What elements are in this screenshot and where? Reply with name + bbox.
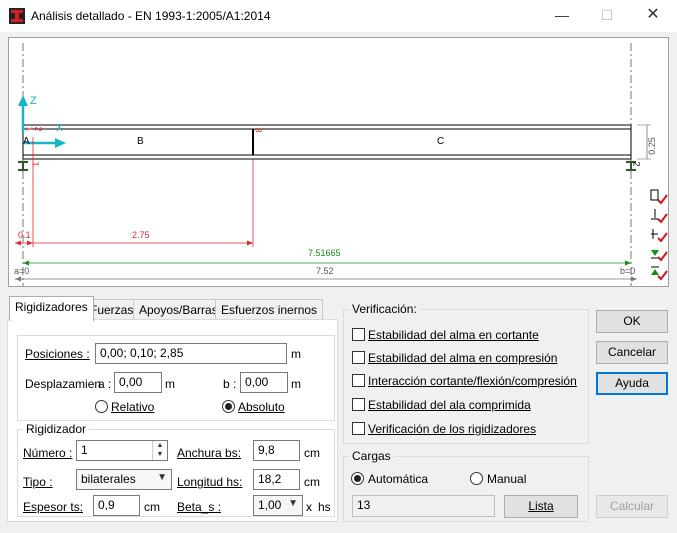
beam-drawing-canvas[interactable]: Z X A 1 2 3 B C 1 2 0.25 0.1 2.75 7.5166… xyxy=(8,37,669,287)
view-dimension-check-icon[interactable] xyxy=(650,227,668,243)
check-rigidizadores[interactable] xyxy=(352,422,365,435)
tipo-label: Tipo : xyxy=(23,475,53,489)
check-ala-comprimida[interactable] xyxy=(352,398,365,411)
automatica-radio[interactable] xyxy=(351,472,364,485)
desplazamiento-label: Desplazamien xyxy=(25,377,102,391)
support-right-number: 2 xyxy=(631,161,642,167)
check-alma-cortante[interactable] xyxy=(352,328,365,341)
span-dimension-label: 7.51665 xyxy=(308,248,341,258)
dim-b-label: b=0 xyxy=(620,266,636,276)
cargas-label: Cargas xyxy=(349,449,394,463)
axis-x-label: X xyxy=(56,123,63,134)
longitud-label: Longitud hs: xyxy=(177,475,243,489)
a-label: a : xyxy=(98,377,112,391)
stiffener-label-2: 2 xyxy=(33,126,44,132)
espesor-input[interactable]: 0,9 xyxy=(93,495,140,516)
title-bar: Análisis detallado - EN 1993-1:2005/A1:2… xyxy=(0,0,677,32)
view-support-up-check-icon[interactable] xyxy=(650,265,668,281)
b-offset-input[interactable]: 0,00 xyxy=(240,372,288,393)
b-label: b : xyxy=(223,377,237,391)
calcular-button: Calcular xyxy=(596,495,668,518)
view-support-down-check-icon[interactable] xyxy=(650,246,668,262)
relativo-radio[interactable] xyxy=(95,400,108,413)
absoluto-label: Absoluto xyxy=(238,400,285,414)
ayuda-button[interactable]: Ayuda xyxy=(596,372,668,395)
beta-unit-hs: hs xyxy=(318,500,331,514)
anchura-label: Anchura bs: xyxy=(177,446,242,460)
minimize-button[interactable]: — xyxy=(539,0,585,32)
check-interaccion-label: Interacción cortante/flexión/compresión xyxy=(368,374,577,388)
longitud-unit: cm xyxy=(304,475,320,489)
espesor-label: Espesor ts: xyxy=(23,500,84,514)
spinner-arrows-icon[interactable]: ▲ ▼ xyxy=(152,441,167,460)
tab-esfuerzos-internos[interactable]: Esfuerzos inernos xyxy=(215,299,324,320)
tab-rigidizadores[interactable]: Rigidizadores xyxy=(9,296,94,321)
check-ala-comprimida-label: Estabilidad del ala comprimida xyxy=(368,398,531,412)
a-offset-input[interactable]: 0,00 xyxy=(114,372,162,393)
automatica-label: Automática xyxy=(368,472,429,486)
a-unit: m xyxy=(165,377,175,391)
absoluto-radio[interactable] xyxy=(222,400,235,413)
posiciones-input[interactable]: 0,00; 0,10; 2,85 xyxy=(95,343,287,364)
panel-label-b: B xyxy=(137,136,144,147)
rigidizador-group-label: Rigidizador xyxy=(23,422,90,436)
maximize-button: ☐ xyxy=(600,7,614,23)
cancelar-button[interactable]: Cancelar xyxy=(596,341,668,364)
rigidizadores-panel: Posiciones : 0,00; 0,10; 2,85 m Desplaza… xyxy=(7,319,338,522)
height-dimension-label: 0.25 xyxy=(646,137,657,155)
ok-button[interactable]: OK xyxy=(596,310,668,333)
support-left-icon xyxy=(18,161,28,171)
check-alma-compresion-label: Estabilidad del alma en compresión xyxy=(368,351,558,365)
beta-label: Beta_s : xyxy=(177,500,222,514)
dim-label-2-75: 2.75 xyxy=(132,230,150,240)
support-left-number: 1 xyxy=(30,161,41,167)
anchura-unit: cm xyxy=(304,446,320,460)
app-icon xyxy=(9,8,25,24)
stiffener-label-3: 3 xyxy=(253,127,264,133)
chevron-down-icon: ▼ xyxy=(157,472,167,483)
check-interaccion[interactable] xyxy=(352,374,365,387)
view-load-check-icon[interactable] xyxy=(650,208,668,224)
posiciones-unit: m xyxy=(291,347,301,361)
window-title: Análisis detallado - EN 1993-1:2005/A1:2… xyxy=(31,9,271,23)
numero-label: Número : xyxy=(23,446,73,460)
beta-select[interactable]: 1,00 ▼ xyxy=(253,495,303,516)
panel-label-c: C xyxy=(437,136,445,147)
lista-button[interactable]: Lista xyxy=(504,495,578,518)
dim-a-label: a=0 xyxy=(14,266,30,276)
anchura-input[interactable]: 9,8 xyxy=(253,440,300,461)
posiciones-label: Posiciones : xyxy=(25,347,90,361)
close-button[interactable]: ✕ xyxy=(630,0,676,32)
longitud-input[interactable]: 18,2 xyxy=(253,469,300,490)
support-a-label: A xyxy=(23,136,30,147)
chevron-down-icon: ▼ xyxy=(288,498,298,509)
axis-z-label: Z xyxy=(30,95,37,107)
total-dimension-label: 7.52 xyxy=(316,266,334,276)
espesor-unit: cm xyxy=(144,500,160,514)
dim-label-0-1: 0.1 xyxy=(18,230,31,240)
beta-unit-x: x xyxy=(306,500,312,514)
cargas-value-field: 13 xyxy=(352,495,495,517)
tab-apoyos-barras[interactable]: Apoyos/Barras xyxy=(133,299,224,320)
view-section-check-icon[interactable] xyxy=(650,189,668,205)
b-unit: m xyxy=(291,377,301,391)
manual-label: Manual xyxy=(487,472,527,486)
manual-radio[interactable] xyxy=(470,472,483,485)
check-rigidizadores-label: Verificación de los rigidizadores xyxy=(368,422,537,436)
check-alma-cortante-label: Estabilidad del alma en cortante xyxy=(368,328,539,342)
check-alma-compresion[interactable] xyxy=(352,351,365,364)
verificacion-label: Verificación: xyxy=(349,302,420,316)
relativo-label: Relativo xyxy=(111,400,155,414)
tipo-select[interactable]: bilaterales ▼ xyxy=(76,469,172,490)
numero-spinner[interactable]: 1 ▲ ▼ xyxy=(76,440,168,461)
